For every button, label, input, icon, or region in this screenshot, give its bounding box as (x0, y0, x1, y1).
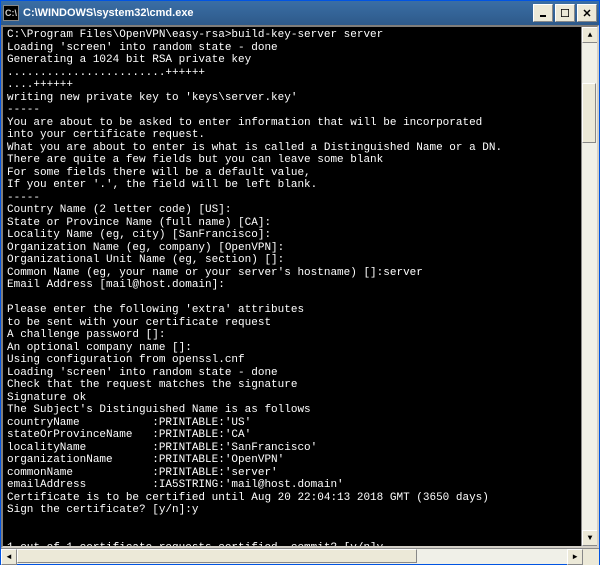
terminal-line: emailAddress :IA5STRING:'mail@host.domai… (7, 479, 577, 492)
terminal-line: Common Name (eg, your name or your serve… (7, 267, 577, 280)
minimize-icon (539, 9, 547, 17)
terminal-line: Sign the certificate? [y/n]:y (7, 504, 577, 517)
terminal-line: Signature ok (7, 392, 577, 405)
terminal-line: ----- (7, 192, 577, 205)
window-buttons (533, 4, 597, 22)
vertical-scrollbar[interactable]: ▲ ▼ (581, 27, 597, 546)
terminal-line: Loading 'screen' into random state - don… (7, 42, 577, 55)
terminal-line: There are quite a few fields but you can… (7, 154, 577, 167)
terminal-line: writing new private key to 'keys\server.… (7, 92, 577, 105)
terminal-line: State or Province Name (full name) [CA]: (7, 217, 577, 230)
content-area: C:\Program Files\OpenVPN\easy-rsa>build-… (1, 25, 599, 548)
maximize-button[interactable] (555, 4, 575, 22)
terminal-line: The Subject's Distinguished Name is as f… (7, 404, 577, 417)
terminal-line: localityName :PRINTABLE:'SanFrancisco' (7, 442, 577, 455)
terminal-line: Please enter the following 'extra' attri… (7, 304, 577, 317)
horizontal-scrollbar[interactable]: ◄ ► (1, 549, 583, 564)
maximize-icon (561, 9, 569, 17)
terminal-line: commonName :PRINTABLE:'server' (7, 467, 577, 480)
terminal-line: ....++++++ (7, 79, 577, 92)
terminal-line: Generating a 1024 bit RSA private key (7, 54, 577, 67)
terminal-line: An optional company name []: (7, 342, 577, 355)
terminal-line: Loading 'screen' into random state - don… (7, 367, 577, 380)
terminal-line: Organization Name (eg, company) [OpenVPN… (7, 242, 577, 255)
vscroll-thumb[interactable] (582, 83, 596, 143)
terminal-line: 1 out of 1 certificate requests certifie… (7, 542, 577, 547)
scroll-left-button[interactable]: ◄ (1, 549, 17, 565)
terminal-line: Country Name (2 letter code) [US]: (7, 204, 577, 217)
terminal-line: C:\Program Files\OpenVPN\easy-rsa>build-… (7, 29, 577, 42)
terminal-output[interactable]: C:\Program Files\OpenVPN\easy-rsa>build-… (3, 27, 581, 546)
cmd-window: C:\ C:\WINDOWS\system32\cmd.exe C:\Progr… (0, 0, 600, 565)
terminal-line (7, 292, 577, 305)
terminal-line: Using configuration from openssl.cnf (7, 354, 577, 367)
terminal-line (7, 517, 577, 530)
terminal-line: A challenge password []: (7, 329, 577, 342)
terminal-line: Locality Name (eg, city) [SanFrancisco]: (7, 229, 577, 242)
terminal-line: ----- (7, 104, 577, 117)
terminal-line: ........................++++++ (7, 67, 577, 80)
bottom-scroll-area: ◄ ► (1, 548, 599, 564)
scroll-corner (583, 549, 599, 565)
terminal-line: Certificate is to be certified until Aug… (7, 492, 577, 505)
close-icon (583, 9, 591, 17)
terminal-line: What you are about to enter is what is c… (7, 142, 577, 155)
close-button[interactable] (577, 4, 597, 22)
scroll-down-button[interactable]: ▼ (582, 530, 598, 546)
hscroll-thumb[interactable] (17, 549, 417, 563)
minimize-button[interactable] (533, 4, 553, 22)
terminal-line: countryName :PRINTABLE:'US' (7, 417, 577, 430)
window-title: C:\WINDOWS\system32\cmd.exe (23, 7, 533, 19)
vscroll-track[interactable] (582, 43, 597, 530)
scroll-up-button[interactable]: ▲ (582, 27, 598, 43)
scroll-right-button[interactable]: ► (567, 549, 583, 565)
terminal-line: organizationName :PRINTABLE:'OpenVPN' (7, 454, 577, 467)
terminal-line: Check that the request matches the signa… (7, 379, 577, 392)
terminal-line (7, 529, 577, 542)
terminal-line: stateOrProvinceName :PRINTABLE:'CA' (7, 429, 577, 442)
terminal-line: If you enter '.', the field will be left… (7, 179, 577, 192)
terminal-line: to be sent with your certificate request (7, 317, 577, 330)
terminal-line: into your certificate request. (7, 129, 577, 142)
terminal-line: Email Address [mail@host.domain]: (7, 279, 577, 292)
terminal-line: For some fields there will be a default … (7, 167, 577, 180)
terminal-line: You are about to be asked to enter infor… (7, 117, 577, 130)
cmd-icon: C:\ (3, 5, 19, 21)
cmd-icon-text: C:\ (5, 8, 17, 18)
titlebar[interactable]: C:\ C:\WINDOWS\system32\cmd.exe (1, 1, 599, 25)
hscroll-track[interactable] (17, 549, 567, 564)
terminal-line: Organizational Unit Name (eg, section) [… (7, 254, 577, 267)
